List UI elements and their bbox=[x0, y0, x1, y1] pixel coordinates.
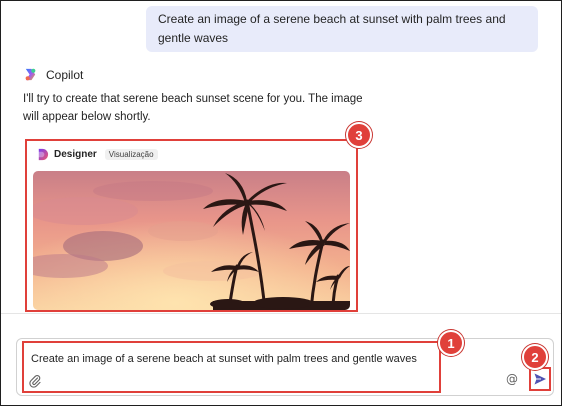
message-input[interactable]: Create an image of a serene beach at sun… bbox=[22, 341, 441, 393]
send-icon bbox=[534, 373, 546, 385]
copilot-logo-icon bbox=[25, 68, 36, 81]
assistant-reply: I'll try to create that serene beach sun… bbox=[23, 93, 363, 123]
copilot-chat-window: Create an image of a serene beach at sun… bbox=[0, 0, 562, 406]
designer-card: Designer Visualização bbox=[25, 139, 358, 312]
divider bbox=[1, 313, 561, 314]
designer-header: Designer Visualização bbox=[36, 148, 158, 161]
callout-1: 1 bbox=[438, 330, 464, 356]
send-button[interactable] bbox=[529, 367, 551, 391]
generated-beach-image[interactable] bbox=[33, 171, 350, 310]
user-message-bubble: Create an image of a serene beach at sun… bbox=[146, 6, 538, 52]
at-sign-icon[interactable]: @ bbox=[506, 372, 518, 386]
callout-3: 3 bbox=[346, 122, 372, 148]
assistant-name: Copilot bbox=[46, 67, 84, 82]
designer-name: Designer bbox=[54, 149, 97, 160]
paperclip-icon[interactable] bbox=[28, 374, 42, 388]
beach-sunset-illustration bbox=[33, 171, 350, 310]
callout-2: 2 bbox=[522, 344, 548, 370]
assistant-header: Copilot bbox=[23, 67, 83, 82]
preview-badge: Visualização bbox=[104, 149, 158, 160]
designer-logo-icon bbox=[37, 148, 49, 161]
